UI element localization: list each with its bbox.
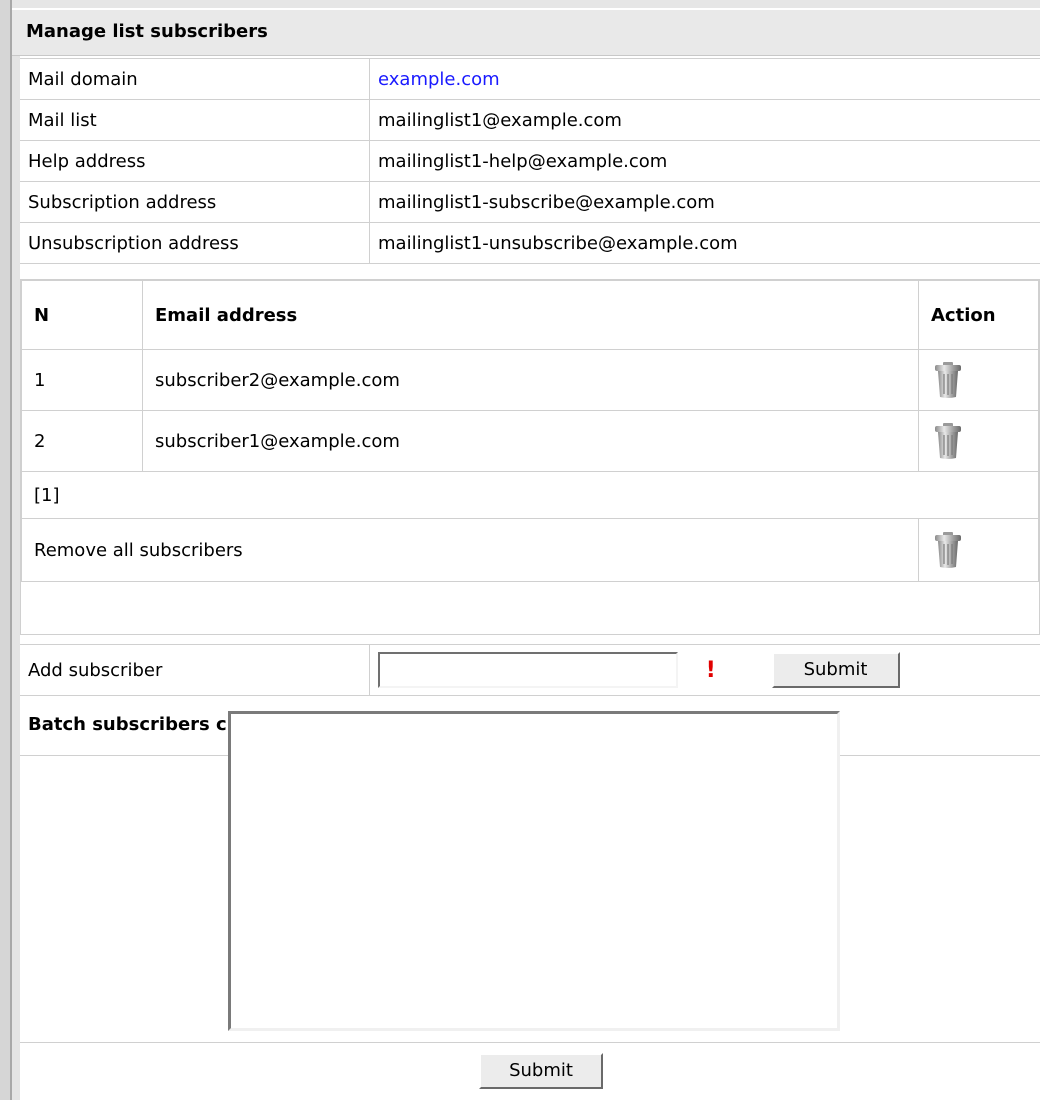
subscription-address-label: Subscription address <box>20 181 370 223</box>
row-number: 2 <box>21 410 143 472</box>
batch-footer-row: Submit <box>20 1042 1040 1100</box>
subscribers-table: N Email address Action 1 subscriber2@exa… <box>21 280 1039 582</box>
info-row-help-address: Help address mailinglist1-help@example.c… <box>20 140 1040 182</box>
mail-domain-label: Mail domain <box>20 58 370 100</box>
trash-icon[interactable] <box>931 421 965 461</box>
add-subscriber-row: Add subscriber ! Submit <box>20 644 1040 696</box>
trash-icon[interactable] <box>931 360 965 400</box>
panel-title-bar: Manage list subscribers <box>12 8 1040 56</box>
column-header-n: N <box>21 280 143 350</box>
top-band <box>12 0 1040 8</box>
unsubscription-address-label: Unsubscription address <box>20 222 370 264</box>
column-header-action: Action <box>918 280 1039 350</box>
table-row: 1 subscriber2@example.com <box>21 349 1039 411</box>
batch-submit-button[interactable]: Submit <box>479 1053 603 1089</box>
pager-link[interactable]: [1] <box>21 471 1039 519</box>
info-row-mail-list: Mail list mailinglist1@example.com <box>20 99 1040 141</box>
list-info-table: Mail domain example.com Mail list mailin… <box>20 58 1040 264</box>
info-row-unsubscription-address: Unsubscription address mailinglist1-unsu… <box>20 222 1040 264</box>
required-mark: ! <box>705 657 716 683</box>
help-address-label: Help address <box>20 140 370 182</box>
row-number: 1 <box>21 349 143 411</box>
mail-list-value: mailinglist1@example.com <box>369 99 1040 141</box>
mail-domain-value: example.com <box>369 58 1040 100</box>
add-subscriber-label: Add subscriber <box>20 644 370 696</box>
remove-all-row: Remove all subscribers <box>21 518 1039 582</box>
page: Manage list subscribers Mail domain exam… <box>0 0 1040 1100</box>
mail-list-label: Mail list <box>20 99 370 141</box>
column-header-email: Email address <box>142 280 919 350</box>
row-action <box>918 349 1039 411</box>
subscription-address-value: mailinglist1-subscribe@example.com <box>369 181 1040 223</box>
row-email: subscriber1@example.com <box>142 410 919 472</box>
info-row-mail-domain: Mail domain example.com <box>20 58 1040 100</box>
panel-content: Mail domain example.com Mail list mailin… <box>12 56 1040 1100</box>
batch-textarea-frame[interactable] <box>228 711 840 1031</box>
add-subscriber-field[interactable] <box>378 652 678 688</box>
pager-row: [1] <box>21 471 1039 519</box>
subscribers-box: N Email address Action 1 subscriber2@exa… <box>20 279 1040 635</box>
row-email: subscriber2@example.com <box>142 349 919 411</box>
subscribers-header-row: N Email address Action <box>21 280 1039 350</box>
add-subscriber-submit-button[interactable]: Submit <box>771 652 900 688</box>
panel-title: Manage list subscribers <box>26 21 268 42</box>
add-subscriber-input[interactable] <box>380 654 676 686</box>
mail-domain-link[interactable]: example.com <box>378 69 500 90</box>
batch-subscribers-textarea[interactable] <box>231 714 837 1028</box>
remove-all-label: Remove all subscribers <box>21 518 919 582</box>
help-address-value: mailinglist1-help@example.com <box>369 140 1040 182</box>
add-subscriber-controls: ! Submit <box>369 644 1040 696</box>
trash-icon[interactable] <box>931 530 965 570</box>
unsubscription-address-value: mailinglist1-unsubscribe@example.com <box>369 222 1040 264</box>
remove-all-action <box>918 518 1039 582</box>
info-row-subscription-address: Subscription address mailinglist1-subscr… <box>20 181 1040 223</box>
add-subscriber-table: Add subscriber ! Submit <box>20 644 1040 696</box>
table-row: 2 subscriber1@example.com <box>21 410 1039 472</box>
left-rail <box>0 0 10 1100</box>
row-action <box>918 410 1039 472</box>
